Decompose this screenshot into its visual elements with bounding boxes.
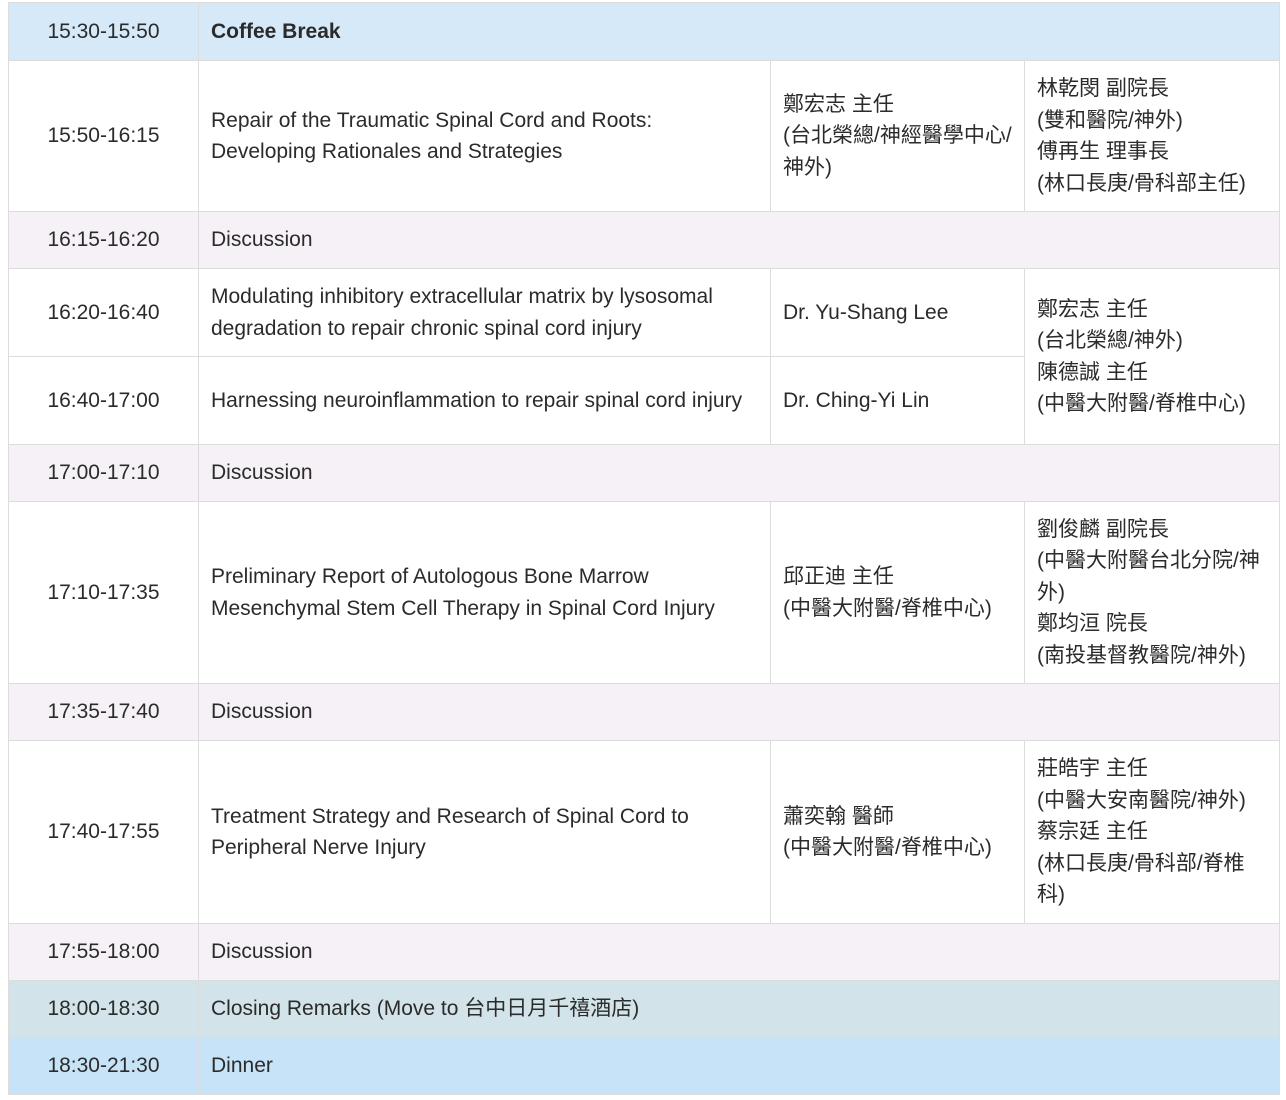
time-cell: 16:20-16:40 [8,268,199,357]
speaker-affiliation: (中醫大附醫/脊椎中心) [783,836,992,859]
moderator-cell: 鄭宏志 主任 (台北榮總/神外) 陳德誠 主任 (中醫大附醫/脊椎中心) [1023,268,1281,445]
moderator-name: 莊皓宇 主任 [1037,757,1148,781]
agenda-row-discussion: 17:00-17:10 Discussion [8,444,1281,502]
moderator-name: 鄭宏志 主任 [1037,297,1148,321]
talk-title: Harnessing neuroinflammation to repair s… [198,356,771,445]
moderator-cell: 莊皓宇 主任 (中醫大安南醫院/神外) 蔡宗廷 主任 (林口長庚/骨科部/脊椎科… [1023,740,1281,924]
session-title: Dinner [197,1037,1281,1095]
moderator-affiliation: (林口長庚/骨科部主任) [1037,171,1246,195]
time-cell: 17:00-17:10 [8,444,199,502]
agenda-row-discussion: 17:55-18:00 Discussion [8,923,1281,981]
time-cell: 16:15-16:20 [8,211,199,269]
speaker-name: 鄭宏志 主任 [783,92,894,116]
moderator-affiliation: (南投基督教醫院/神外) [1037,643,1246,667]
agenda-row-discussion: 16:15-16:20 Discussion [8,211,1281,269]
moderator-cell: 林乾閔 副院長 (雙和醫院/神外) 傅再生 理事長 (林口長庚/骨科部主任) [1023,60,1281,212]
time-cell: 15:50-16:15 [8,60,199,212]
session-title: Discussion [197,211,1281,269]
agenda-row-talk: 16:20-16:40 Modulating inhibitory extrac… [8,268,1281,445]
speaker-affiliation: (台北榮總/神經醫學中心/神外) [783,124,1012,179]
time-cell: 16:40-17:00 [8,356,199,445]
speaker-cell: 鄭宏志 主任 (台北榮總/神經醫學中心/神外) [770,60,1025,212]
speaker-cell: Dr. Ching-Yi Lin [770,356,1025,445]
speaker-cell: Dr. Yu-Shang Lee [770,268,1025,357]
time-cell: 15:30-15:50 [8,2,199,61]
session-title: Discussion [197,683,1281,741]
speaker-cell: 蕭奕翰 醫師 (中醫大附醫/脊椎中心) [770,740,1025,924]
time-cell: 18:00-18:30 [8,980,199,1038]
talk-title: Preliminary Report of Autologous Bone Ma… [198,501,771,684]
session-title: Discussion [197,444,1281,502]
session-title: Coffee Break [197,2,1281,61]
talk-title: Treatment Strategy and Research of Spina… [198,740,771,924]
speaker-name: Dr. Ching-Yi Lin [783,388,930,412]
moderator-name: 劉俊麟 副院長 [1037,517,1169,541]
speaker-name: Dr. Yu-Shang Lee [783,300,949,324]
time-cell: 18:30-21:30 [8,1037,199,1095]
speaker-name: 邱正迪 主任 [783,565,894,588]
agenda-row-talk: 17:10-17:35 Preliminary Report of Autolo… [8,501,1281,684]
moderator-affiliation: (中醫大安南醫院/神外) [1037,788,1246,812]
time-cell: 17:35-17:40 [8,683,199,741]
speaker-cell: 邱正迪 主任 (中醫大附醫/脊椎中心) [770,501,1025,684]
moderator-name: 陳德誠 主任 [1037,360,1148,384]
speaker-name: 蕭奕翰 醫師 [783,804,894,828]
moderator-affiliation: (台北榮總/神外) [1037,329,1183,352]
speaker-affiliation: (中醫大附醫/脊椎中心) [783,596,992,620]
time-cell: 17:55-18:00 [8,923,199,981]
time-cell: 17:10-17:35 [8,501,199,684]
moderator-affiliation: (中醫大附醫台北分院/神外) [1037,549,1260,604]
agenda-row-coffee-break: 15:30-15:50 Coffee Break [8,2,1281,61]
talk-title: Modulating inhibitory extracellular matr… [198,268,771,357]
moderator-name: 傅再生 理事長 [1037,140,1169,163]
session-title: Closing Remarks (Move to 台中日月千禧酒店) [197,980,1281,1038]
moderator-affiliation: (中醫大附醫/脊椎中心) [1037,392,1246,415]
moderator-affiliation: (雙和醫院/神外) [1037,108,1183,132]
moderator-name: 鄭均洹 院長 [1037,612,1148,636]
agenda-row-talk: 17:40-17:55 Treatment Strategy and Resea… [8,740,1281,924]
agenda-row-closing-remarks: 18:00-18:30 Closing Remarks (Move to 台中日… [8,980,1281,1038]
moderator-name: 林乾閔 副院長 [1037,77,1169,100]
moderator-name: 蔡宗廷 主任 [1037,820,1148,844]
agenda-row-talk: 15:50-16:15 Repair of the Traumatic Spin… [8,60,1281,212]
talk-title: Repair of the Traumatic Spinal Cord and … [198,60,771,212]
session-title: Discussion [197,923,1281,981]
moderator-cell: 劉俊麟 副院長 (中醫大附醫台北分院/神外) 鄭均洹 院長 (南投基督教醫院/神… [1023,501,1281,684]
agenda-table: 15:30-15:50 Coffee Break 15:50-16:15 Rep… [8,2,1281,1095]
agenda-row-dinner: 18:30-21:30 Dinner [8,1037,1281,1095]
agenda-row-discussion: 17:35-17:40 Discussion [8,683,1281,741]
moderator-affiliation: (林口長庚/骨科部/脊椎科) [1037,851,1245,907]
time-cell: 17:40-17:55 [8,740,199,924]
